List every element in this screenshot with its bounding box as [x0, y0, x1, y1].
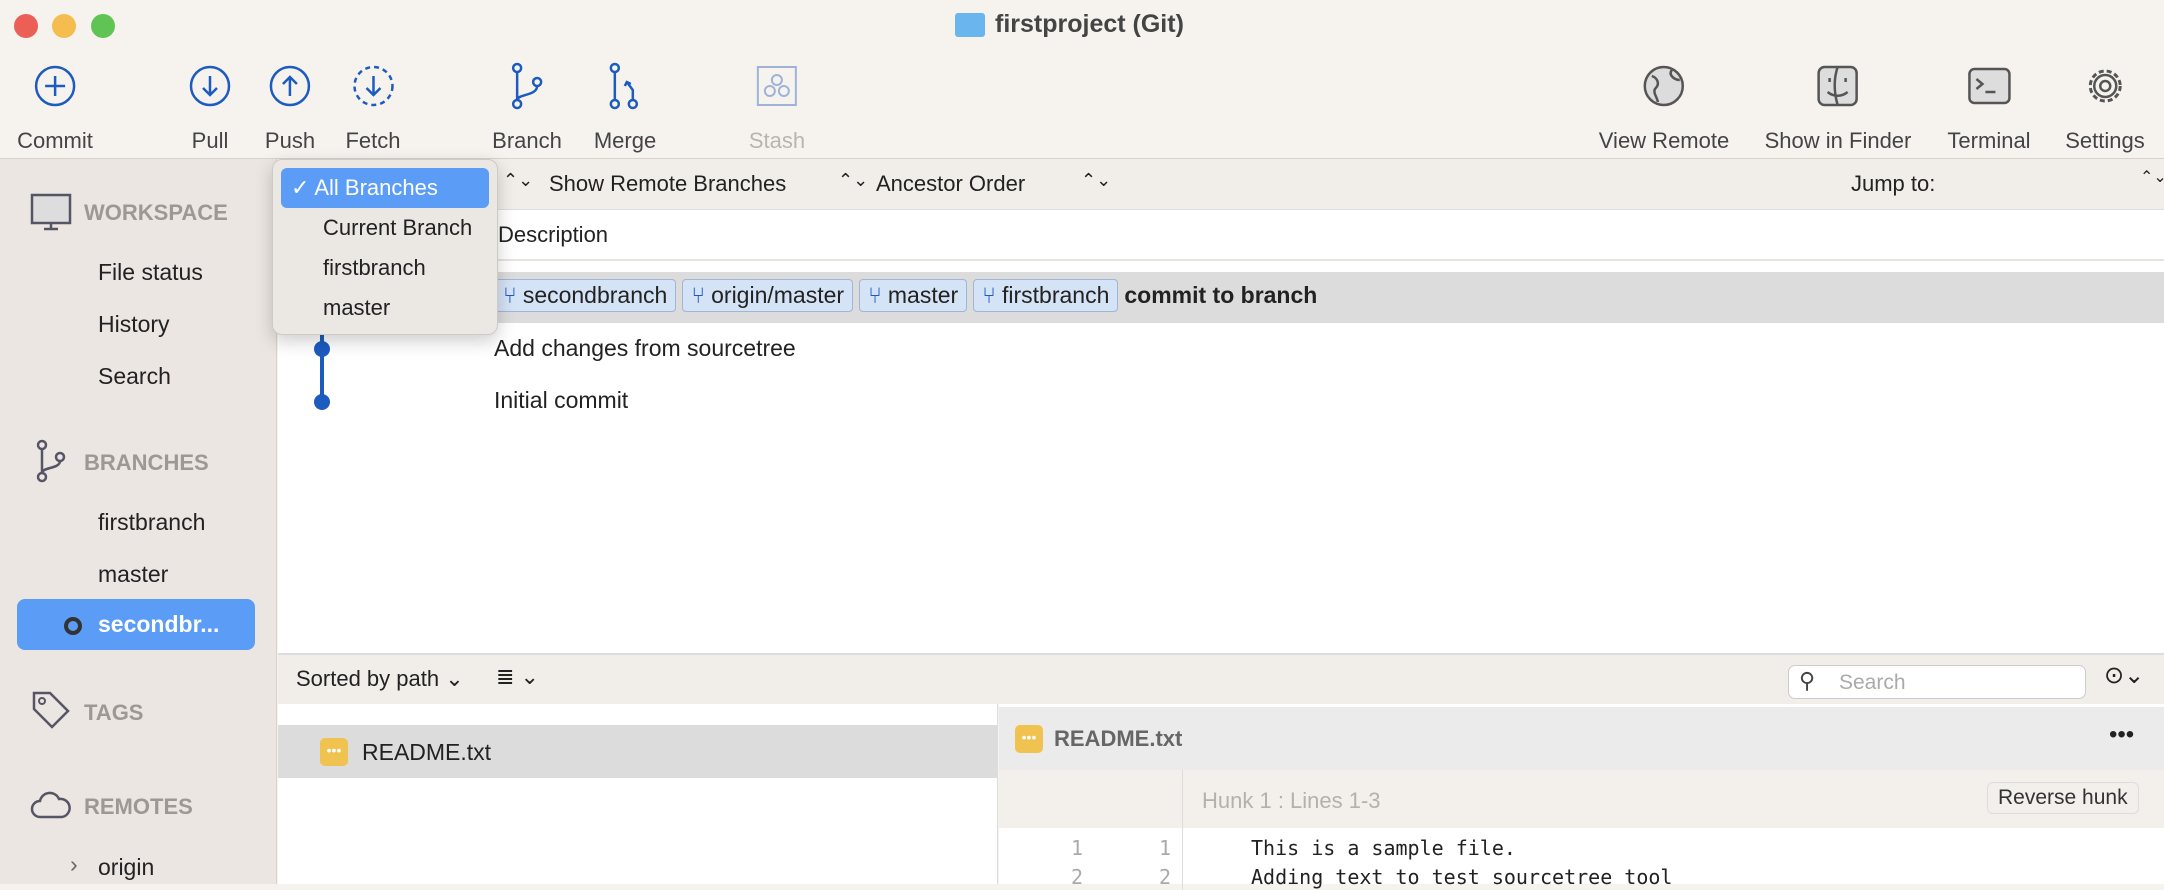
show-in-finder-button[interactable]: Show in Finder	[1765, 60, 1912, 154]
chevron-updown-icon: ⌃⌄	[838, 170, 869, 190]
cloud-icon	[30, 791, 71, 819]
diff-file-header: ••• README.txt •••	[999, 707, 2164, 770]
commit-list: ⑂ secondbranch ⑂ origin/master ⑂ master ⑂ fi…	[278, 261, 2164, 653]
sidebar-branch-master[interactable]: master	[98, 561, 168, 588]
chevron-updown-icon: ⌃⌄	[1081, 170, 1112, 190]
sidebar: WORKSPACE File status History Search BRA…	[0, 159, 277, 884]
modified-icon: •••	[320, 738, 348, 766]
commit-row[interactable]: Add changes from sourcetree	[278, 323, 2164, 375]
branch-icon: ⑂	[982, 282, 996, 308]
merge-icon	[594, 60, 656, 112]
history-header: Description	[278, 210, 2164, 261]
filter-bar: ⌃⌄ Show Remote Branches ⌃⌄ Ancestor Orde…	[278, 159, 2164, 210]
modified-icon: •••	[1015, 725, 1043, 753]
commit-message: Add changes from sourcetree	[494, 335, 796, 361]
jump-to-select[interactable]: Jump to:	[1851, 171, 1935, 197]
branch-filter-menu: ✓ All Branches Current Branch firstbranc…	[272, 159, 498, 335]
branch-select-chevron-icon[interactable]: ⌃⌄	[503, 170, 533, 191]
menu-item-firstbranch[interactable]: firstbranch	[281, 248, 489, 288]
close-button[interactable]	[14, 14, 38, 38]
order-select[interactable]: Ancestor Order	[876, 171, 1025, 197]
chevron-right-icon[interactable]: ›	[70, 851, 78, 878]
terminal-button[interactable]: Terminal	[1947, 60, 2031, 154]
hunk-header: Hunk 1 : Lines 1-3 Reverse hunk	[999, 770, 2164, 890]
diff-pane: ••• README.txt ••• Hunk 1 : Lines 1-3 Re…	[999, 704, 2164, 890]
commit-row[interactable]: Initial commit	[278, 375, 2164, 427]
menu-item-current-branch[interactable]: Current Branch	[281, 208, 489, 248]
sidebar-item-history[interactable]: History	[98, 311, 170, 338]
chevron-updown-icon: ⌃⌄	[2140, 169, 2164, 186]
sidebar-item-file-status[interactable]: File status	[98, 259, 203, 286]
search-icon: ⚲	[1799, 668, 1816, 693]
branch-icon	[492, 60, 562, 112]
pull-button[interactable]: Pull	[188, 60, 232, 154]
sidebar-remote-origin[interactable]: origin	[98, 854, 154, 881]
branch-button[interactable]: Branch	[492, 60, 562, 154]
file-row[interactable]: ••• README.txt	[278, 725, 998, 778]
menu-item-all-branches[interactable]: ✓ All Branches	[281, 168, 489, 208]
sort-select[interactable]: Sorted by path ⌄	[296, 666, 464, 692]
remotes-header[interactable]: REMOTES	[84, 794, 193, 820]
sidebar-item-search[interactable]: Search	[98, 363, 171, 390]
commit-button[interactable]: Commit	[17, 60, 93, 154]
gear-icon	[2065, 60, 2145, 112]
branch-tag[interactable]: ⑂ secondbranch	[494, 279, 677, 312]
branch-icon: ⑂	[503, 282, 517, 308]
view-remote-button[interactable]: View Remote	[1599, 60, 1729, 154]
remote-branches-select[interactable]: Show Remote Branches	[549, 171, 786, 197]
arrow-down-circle-icon	[188, 60, 232, 112]
branch-icon	[36, 439, 66, 483]
more-options-icon[interactable]: ⊙⌄	[2104, 661, 2144, 690]
sidebar-branch-secondbranch[interactable]: secondbr...	[17, 599, 255, 650]
branch-tag[interactable]: ⑂ master	[859, 279, 968, 312]
current-branch-icon	[64, 617, 82, 635]
monitor-icon	[30, 193, 72, 231]
branch-icon: ⑂	[691, 282, 706, 308]
menu-item-master[interactable]: master	[281, 288, 489, 328]
files-toolbar: Sorted by path ⌄ ≣ ⌄ ⚲ Search ⊙⌄	[278, 653, 2164, 704]
fetch-icon	[345, 60, 400, 112]
workspace-header[interactable]: WORKSPACE	[84, 200, 228, 226]
branch-icon: ⑂	[868, 282, 882, 308]
commit-row[interactable]: ⑂ secondbranch ⑂ origin/master ⑂ master ⑂ fi…	[278, 272, 2164, 323]
zoom-button[interactable]	[91, 14, 115, 38]
commit-message: Initial commit	[494, 387, 629, 413]
push-button[interactable]: Push	[265, 60, 315, 154]
window-title: firstproject (Git)	[955, 10, 1184, 39]
settings-button[interactable]: Settings	[2065, 60, 2145, 154]
reverse-hunk-button[interactable]: Reverse hunk	[1987, 782, 2139, 814]
more-actions-icon[interactable]: •••	[2109, 721, 2134, 749]
search-input[interactable]: ⚲ Search	[1788, 665, 2086, 699]
branch-tag[interactable]: ⑂ firstbranch	[973, 279, 1119, 312]
fetch-button[interactable]: Fetch	[345, 60, 401, 154]
merge-button[interactable]: Merge	[594, 60, 656, 154]
arrow-up-circle-icon	[265, 60, 315, 112]
checkmark-icon: ✓	[291, 175, 310, 200]
stash-button[interactable]: Stash	[749, 60, 805, 154]
globe-icon	[1599, 60, 1729, 112]
sidebar-branch-firstbranch[interactable]: firstbranch	[98, 509, 205, 536]
terminal-icon	[1947, 60, 2030, 112]
finder-icon	[1765, 60, 1912, 112]
list-view-icon[interactable]: ≣ ⌄	[496, 664, 539, 690]
tag-icon	[32, 691, 70, 729]
file-list: ••• README.txt	[278, 704, 998, 884]
branch-tag[interactable]: ⑂ origin/master	[682, 279, 854, 312]
branches-header[interactable]: BRANCHES	[84, 450, 209, 476]
folder-icon	[955, 12, 985, 37]
commit-message: commit to branch	[1124, 282, 1318, 308]
description-column-header[interactable]: Description	[498, 222, 608, 248]
stash-icon	[749, 60, 805, 112]
plus-circle-icon	[17, 60, 93, 112]
tags-header[interactable]: TAGS	[84, 700, 143, 726]
minimize-button[interactable]	[52, 14, 76, 38]
